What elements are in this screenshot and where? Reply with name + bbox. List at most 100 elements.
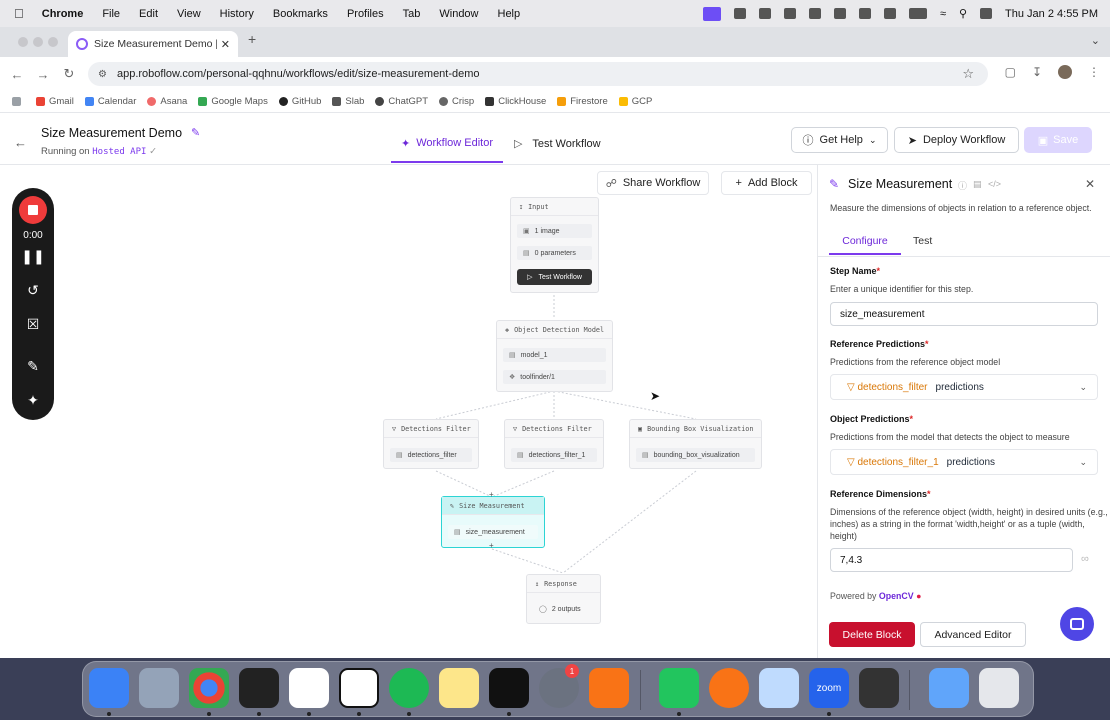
opencv-link[interactable]: OpenCV [879,591,914,601]
window-minimize-button[interactable] [33,37,43,47]
node-detections-filter[interactable]: ▽ Detections Filter ▤ detections_filter [383,419,479,469]
firefox-icon[interactable] [709,668,749,708]
screen-record-icon[interactable] [702,6,721,21]
status-icon[interactable] [808,8,821,19]
cursor-icon[interactable] [239,668,279,708]
wifi-icon[interactable]: ≈ [940,8,946,20]
bookmark-slab[interactable]: Slab [332,96,364,107]
bookmark-clickhouse[interactable]: ClickHouse [485,96,546,107]
search-icon[interactable]: ⚲ [959,7,967,20]
add-connection-icon[interactable]: + [489,541,494,550]
download-icon[interactable]: ↧ [1032,65,1042,79]
finder-icon[interactable] [89,668,129,708]
close-icon[interactable]: ✕ [1085,177,1095,191]
bookmark-firestore[interactable]: Firestore [557,96,608,107]
node-size-measurement[interactable]: ✎ Size Measurement ▤ size_measurement + + [441,490,545,550]
preview-icon[interactable] [759,668,799,708]
draw-pencil-icon[interactable]: ✎ [12,358,54,375]
apps-grid-icon[interactable] [12,97,25,106]
bookmark-github[interactable]: GitHub [278,96,321,107]
node-object-detection-model[interactable]: ❖ Object Detection Model ▤ model_1 ❖ toolfi… [496,320,613,392]
new-tab-icon[interactable]: + [248,31,256,47]
code-icon[interactable]: </> [988,179,1001,189]
status-icon[interactable] [783,8,796,19]
chat-support-button[interactable] [1060,607,1094,641]
calculator-icon[interactable] [859,668,899,708]
window-close-button[interactable] [18,37,28,47]
launchpad-icon[interactable] [139,668,179,708]
pause-icon[interactable]: ❚❚ [12,248,54,265]
node-detections-filter-1[interactable]: ▽ Detections Filter ▤ detections_filter_1 [504,419,604,469]
zoom-icon[interactable]: zoom [809,668,849,708]
play-icon[interactable] [883,8,896,19]
link-icon[interactable]: ∞ [1081,553,1089,565]
bookmark-gcp[interactable]: GCP [618,96,652,107]
folder-icon[interactable] [929,668,969,708]
star-icon[interactable]: ☆ [962,66,974,82]
menu-bookmarks[interactable]: Bookmarks [273,8,328,20]
menu-file[interactable]: File [102,8,120,20]
reference-predictions-select[interactable]: ▽ detections_filter predictions ⌄ [830,374,1098,400]
reload-icon[interactable]: ↻ [56,66,82,82]
advanced-editor-button[interactable]: Advanced Editor [920,622,1026,647]
bookmark-chatgpt[interactable]: ChatGPT [375,96,428,107]
workflow-canvas[interactable]: ☍ Share Workflow + Add Block ↧ Input ▣ 1 i… [36,165,817,658]
close-tab-icon[interactable]: ✕ [221,38,230,51]
share-workflow-button[interactable]: ☍ Share Workflow [597,171,709,195]
notes-icon[interactable] [439,668,479,708]
stop-recording-button[interactable] [19,196,47,224]
url-bar[interactable]: ⚙ app.roboflow.com/personal-qqhnu/workfl… [88,62,988,86]
menubar-clock[interactable]: Thu Jan 2 4:55 PM [1005,8,1098,20]
reference-dimensions-input[interactable]: 7,4.3 [830,548,1073,572]
menu-profiles[interactable]: Profiles [347,8,384,20]
magic-wand-icon[interactable]: ✦ [12,392,54,409]
info-icon[interactable]: ⓘ [958,179,967,192]
add-connection-icon[interactable]: + [489,490,494,499]
trash-icon[interactable]: ☒ [12,316,54,333]
status-icon[interactable] [733,8,746,19]
menu-window[interactable]: Window [439,8,478,20]
forward-arrow-icon[interactable]: → [30,67,56,82]
trash-icon[interactable] [979,668,1019,708]
bookmark-google-maps[interactable]: Google Maps [198,96,268,107]
menu-view[interactable]: View [177,8,201,20]
menu-help[interactable]: Help [498,8,521,20]
deploy-workflow-button[interactable]: ➤ Deploy Workflow [894,127,1019,153]
battery-icon[interactable] [908,8,927,19]
browser-tab-active[interactable]: Size Measurement Demo | W ✕ [68,31,238,57]
back-arrow-icon[interactable]: ← [4,67,30,82]
profile-avatar[interactable] [1058,65,1072,79]
node-test-workflow-button[interactable]: ▷ Test Workflow [517,269,592,285]
bookmark-asana[interactable]: Asana [147,96,187,107]
edit-pencil-icon[interactable]: ✎ [191,126,200,139]
node-input[interactable]: ↧ Input ▣ 1 image ▤ 0 parameters ▷ Test Work… [510,197,599,293]
object-predictions-select[interactable]: ▽ detections_filter_1 predictions ⌄ [830,449,1098,475]
more-menu-icon[interactable]: ⋮ [1088,65,1100,79]
status-icon[interactable] [758,8,771,19]
moon-icon[interactable] [858,8,871,19]
add-block-button[interactable]: + Add Block [721,171,812,195]
site-settings-icon[interactable]: ⚙ [98,69,107,80]
chevron-down-icon[interactable]: ⌄ [1091,34,1100,47]
window-zoom-button[interactable] [48,37,58,47]
extensions-icon[interactable]: ▢ [1005,65,1016,79]
notion-icon[interactable] [339,668,379,708]
tab-test[interactable]: Test [913,235,932,247]
restart-icon[interactable]: ↺ [12,282,54,299]
bookmark-gmail[interactable]: Gmail [36,96,74,107]
bookmark-crisp[interactable]: Crisp [439,96,474,107]
get-help-button[interactable]: ⓘ Get Help ⌄ [791,127,888,153]
docs-icon[interactable]: ▤ [973,179,982,190]
menu-edit[interactable]: Edit [139,8,158,20]
back-arrow-icon[interactable]: ← [14,135,27,150]
step-name-input[interactable]: size_measurement [830,302,1098,326]
activity-monitor-icon[interactable] [489,668,529,708]
node-response[interactable]: ↥ Response ◯ 2 outputs [526,574,601,624]
status-icon[interactable] [833,8,846,19]
bookmark-calendar[interactable]: Calendar [84,96,136,107]
tab-test-workflow[interactable]: ▷ Test Workflow [514,137,601,150]
menu-tab[interactable]: Tab [403,8,421,20]
messages-icon[interactable] [659,668,699,708]
pen-icon[interactable] [589,668,629,708]
delete-block-button[interactable]: Delete Block [829,622,915,647]
